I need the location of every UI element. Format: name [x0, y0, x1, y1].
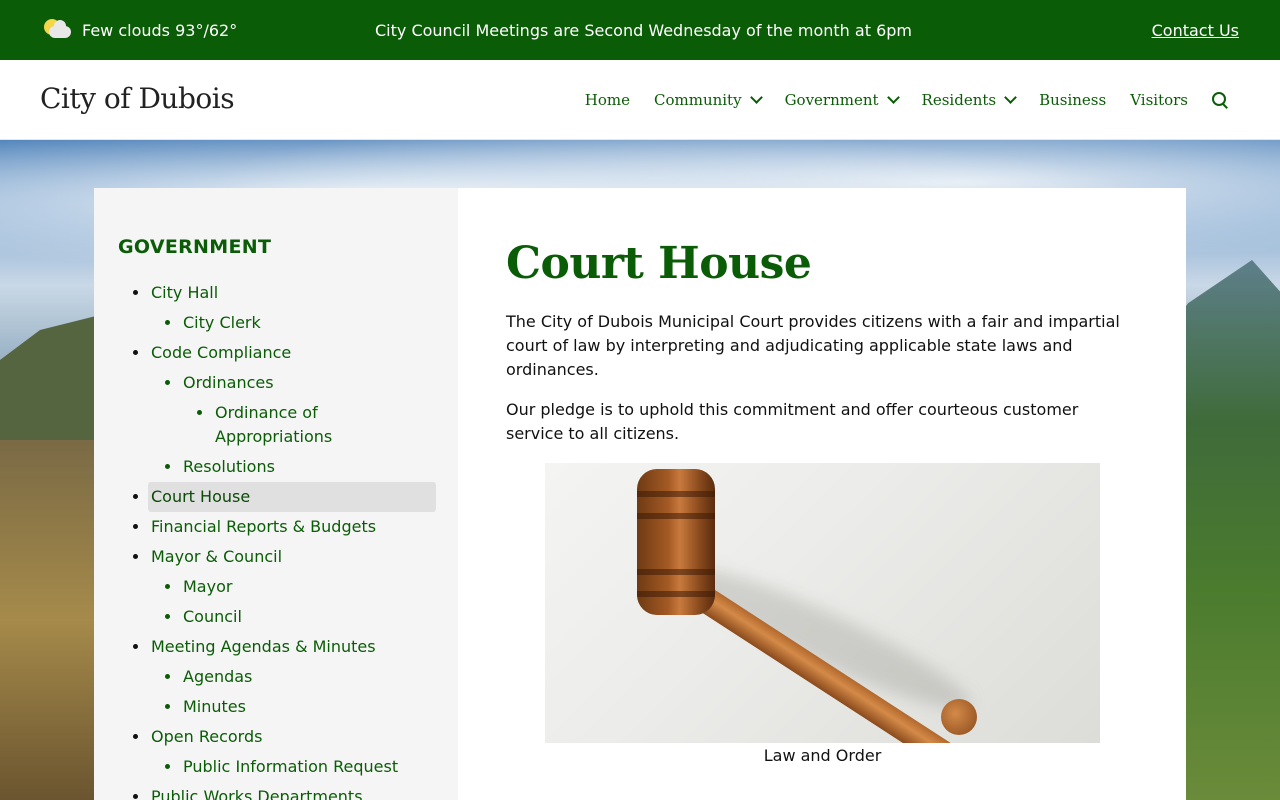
content-card: GOVERNMENT City Hall City Clerk Code Compl…: [94, 188, 1186, 800]
sidebar-item-link[interactable]: Ordinance of Appropriations: [215, 403, 332, 446]
sidebar-item-link[interactable]: Public Works Departments: [151, 787, 363, 800]
chevron-down-icon: [749, 91, 763, 104]
chevron-down-icon: [886, 91, 900, 104]
sidebar-item[interactable]: Public Information Request: [118, 752, 434, 782]
contact-us-link[interactable]: Contact Us: [1152, 0, 1239, 60]
main-content: Court House The City of Dubois Municipal…: [506, 236, 1146, 462]
sidebar-item[interactable]: City Clerk: [118, 308, 434, 338]
nav-label: Home: [584, 91, 630, 109]
sidebar-item[interactable]: Mayor & Council: [118, 542, 434, 572]
page-title: Court House: [506, 238, 812, 289]
sidebar-item-link[interactable]: Court House: [151, 487, 250, 506]
nav-item-residents[interactable]: Residents: [921, 91, 1017, 109]
gavel-figure: Law and Order: [545, 463, 1100, 767]
nav-label: Residents: [921, 91, 997, 109]
partly-cloudy-icon: [44, 19, 72, 41]
weather-text: Few clouds 93°/62°: [82, 20, 238, 40]
sidebar-item[interactable]: Ordinance of Appropriations: [118, 398, 434, 452]
sidebar-item-link[interactable]: Financial Reports & Budgets: [151, 517, 376, 536]
nav-label: Government: [784, 91, 879, 109]
sidebar-item-link[interactable]: Resolutions: [183, 457, 275, 476]
sidebar-item[interactable]: Financial Reports & Budgets: [118, 512, 434, 542]
sidebar-item[interactable]: Court House: [133, 482, 436, 512]
sidebar-item-link[interactable]: Minutes: [183, 697, 246, 716]
nav-item-government[interactable]: Government: [784, 91, 900, 109]
nav-label: Community: [653, 91, 742, 109]
sidebar-item[interactable]: City Hall: [118, 278, 434, 308]
weather-widget: Few clouds 93°/62°: [44, 0, 237, 60]
sidebar-item[interactable]: Code Compliance: [118, 338, 434, 368]
sidebar-item-link[interactable]: Mayor: [183, 577, 232, 596]
sidebar-menu: City Hall City Clerk Code Compliance Ordina…: [118, 278, 436, 800]
search-icon[interactable]: [1212, 92, 1228, 108]
nav-item-community[interactable]: Community: [653, 91, 763, 109]
sidebar-item[interactable]: Minutes: [118, 692, 434, 722]
sidebar-item-link[interactable]: Mayor & Council: [151, 547, 282, 566]
sidebar: GOVERNMENT City Hall City Clerk Code Compl…: [94, 188, 458, 800]
sidebar-heading: GOVERNMENT: [118, 236, 272, 258]
top-bar: Few clouds 93°/62° City Council Meetings…: [0, 0, 1280, 60]
sidebar-item-link[interactable]: Ordinances: [183, 373, 274, 392]
gavel-image: [545, 463, 1100, 743]
sidebar-item-link[interactable]: Public Information Request: [183, 757, 398, 776]
sidebar-item-link[interactable]: City Clerk: [183, 313, 261, 332]
sidebar-item-link[interactable]: Meeting Agendas & Minutes: [151, 637, 376, 656]
figure-caption: Law and Order: [763, 746, 882, 765]
sidebar-item[interactable]: Meeting Agendas & Minutes: [118, 632, 434, 662]
sidebar-item-link[interactable]: City Hall: [151, 283, 218, 302]
site-header: City of Dubois Home Community Government…: [0, 60, 1280, 140]
sidebar-item[interactable]: Mayor: [118, 572, 434, 602]
sidebar-item[interactable]: Agendas: [118, 662, 434, 692]
sidebar-item[interactable]: Ordinances: [118, 368, 434, 398]
sidebar-item[interactable]: Council: [118, 602, 434, 632]
nav-label: Business: [1039, 91, 1107, 109]
sidebar-item[interactable]: Resolutions: [118, 452, 434, 482]
nav-item-home[interactable]: Home: [585, 91, 630, 109]
sidebar-item-link[interactable]: Agendas: [183, 667, 252, 686]
nav-item-business[interactable]: Business: [1039, 91, 1106, 109]
intro-paragraph: The City of Dubois Municipal Court provi…: [506, 312, 1120, 379]
nav-item-visitors[interactable]: Visitors: [1130, 91, 1188, 109]
nav-label: Visitors: [1130, 91, 1188, 109]
pledge-paragraph: Our pledge is to uphold this commitment …: [506, 400, 1079, 443]
chevron-down-icon: [1004, 91, 1017, 104]
sidebar-item[interactable]: Public Works Departments: [118, 782, 434, 800]
site-title[interactable]: City of Dubois: [40, 82, 235, 115]
sidebar-item-link[interactable]: Code Compliance: [151, 343, 291, 362]
main-nav: Home Community Government Residents Busi…: [585, 60, 1228, 140]
sidebar-item-link[interactable]: Open Records: [151, 727, 262, 746]
announcement-text: City Council Meetings are Second Wednesd…: [375, 20, 912, 40]
sidebar-item-link[interactable]: Council: [183, 607, 242, 626]
sidebar-item[interactable]: Open Records: [118, 722, 434, 752]
